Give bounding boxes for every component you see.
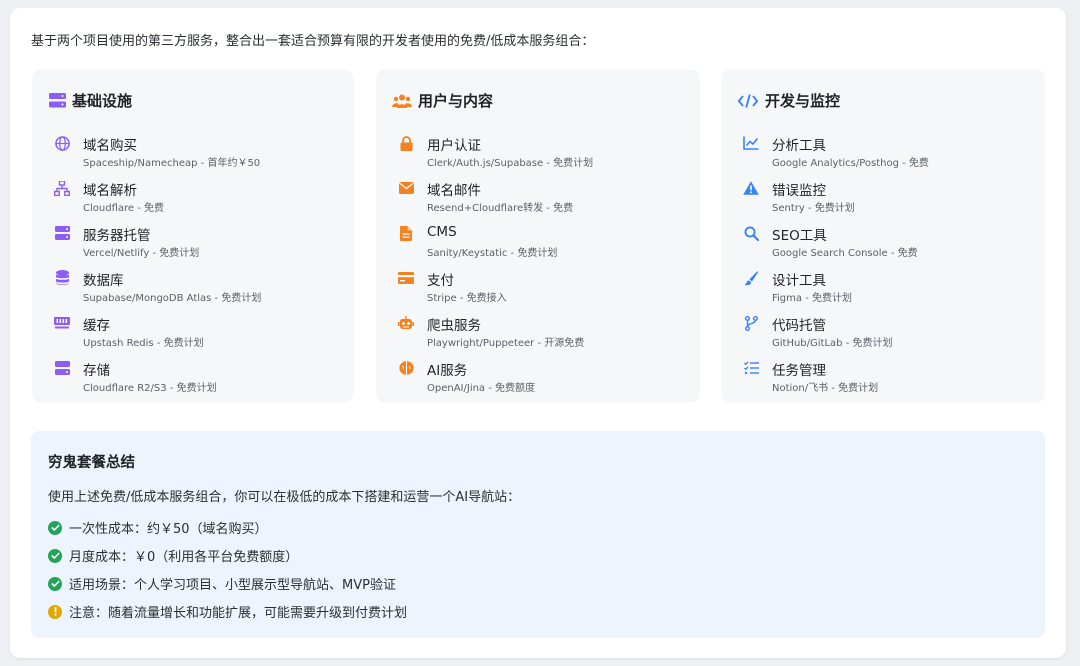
column-header: 基础设施 <box>48 90 132 111</box>
service-title: 数据库 <box>83 273 124 289</box>
service-title: 设计工具 <box>772 273 826 289</box>
summary-item-text: 注意：随着流量增长和功能扩展，可能需要升级到付费计划 <box>69 606 408 621</box>
envelope-icon <box>398 180 414 196</box>
service-desc: Cloudflare R2/S3 - 免费计划 <box>83 383 217 394</box>
service-desc: Cloudflare - 免费 <box>83 203 165 214</box>
service-desc: Supabase/MongoDB Atlas - 免费计划 <box>83 293 262 304</box>
summary-item-text: 适用场景：个人学习项目、小型展示型导航站、MVP验证 <box>69 578 396 593</box>
service-title: SEO工具 <box>772 228 827 244</box>
column-title: 基础设施 <box>72 92 133 110</box>
check-circle-icon <box>48 576 62 591</box>
users-icon <box>392 92 412 110</box>
intro-text: 基于两个项目使用的第三方服务，整合出一套适合预算有限的开发者使用的免费/低成本服… <box>31 34 595 49</box>
database-icon <box>54 270 70 286</box>
service-desc: Google Search Console - 免费 <box>772 248 918 259</box>
column-title: 开发与监控 <box>765 92 841 110</box>
service-desc: Figma - 免费计划 <box>772 293 852 304</box>
service-desc: Google Analytics/Posthog - 免费 <box>772 158 929 169</box>
service-title: 错误监控 <box>772 183 826 199</box>
summary-item-text: 月度成本：￥0（利用各平台免费额度） <box>69 550 299 565</box>
service-title: 爬虫服务 <box>427 318 481 334</box>
server-icon <box>54 225 70 241</box>
summary-item: 月度成本：￥0（利用各平台免费额度） <box>48 546 298 565</box>
paint-brush-icon <box>743 270 759 286</box>
service-desc: Notion/飞书 - 免费计划 <box>772 383 879 394</box>
check-circle-icon <box>48 548 62 563</box>
summary-panel: 穷鬼套餐总结 使用上述免费/低成本服务组合，你可以在极低的成本下搭建和运营一个A… <box>31 431 1045 638</box>
exclamation-circle-icon <box>48 604 62 619</box>
summary-item-text: 一次性成本：约￥50（域名购买） <box>69 522 268 537</box>
globe-icon <box>54 135 70 151</box>
chart-line-icon <box>743 135 759 151</box>
service-desc: Sanity/Keystatic - 免费计划 <box>427 248 558 259</box>
code-icon <box>737 92 759 110</box>
service-desc: Upstash Redis - 免费计划 <box>83 338 204 349</box>
column-infrastructure: 基础设施 域名购买 Spaceship/Namecheap - 首年约￥50 域… <box>32 70 354 402</box>
code-branch-icon <box>743 315 759 331</box>
column-users-content: 用户与内容 用户认证 Clerk/Auth.js/Supabase - 免费计划… <box>376 70 700 402</box>
service-title: 域名购买 <box>83 138 137 154</box>
credit-card-icon <box>398 270 414 286</box>
service-desc: Sentry - 免费计划 <box>772 203 855 214</box>
service-desc: OpenAI/Jina - 免费额度 <box>427 383 536 394</box>
service-title: 服务器托管 <box>83 228 151 244</box>
service-desc: Playwright/Puppeteer - 开源免费 <box>427 338 585 349</box>
summary-item: 一次性成本：约￥50（域名购买） <box>48 518 268 537</box>
check-circle-icon <box>48 520 62 535</box>
brain-icon <box>398 360 414 376</box>
search-icon <box>743 225 759 241</box>
service-title: 域名解析 <box>83 183 137 199</box>
service-title: 代码托管 <box>772 318 826 334</box>
service-title: 存储 <box>83 363 110 379</box>
column-header: 用户与内容 <box>392 90 493 111</box>
service-desc: Resend+Cloudflare转发 - 免费 <box>427 203 574 214</box>
service-desc: Stripe - 免费接入 <box>427 293 507 304</box>
server-icon <box>48 92 66 110</box>
service-desc: Vercel/Netlify - 免费计划 <box>83 248 200 259</box>
service-title: AI服务 <box>427 363 468 379</box>
service-title: 用户认证 <box>427 138 481 154</box>
service-desc: Clerk/Auth.js/Supabase - 免费计划 <box>427 158 594 169</box>
column-dev-monitoring: 开发与监控 分析工具 Google Analytics/Posthog - 免费… <box>721 70 1045 402</box>
service-title: 域名邮件 <box>427 183 481 199</box>
warning-icon <box>743 180 759 196</box>
hdd-icon <box>54 360 70 376</box>
column-title: 用户与内容 <box>418 92 494 110</box>
service-title: 分析工具 <box>772 138 826 154</box>
column-header: 开发与监控 <box>737 90 840 111</box>
summary-title: 穷鬼套餐总结 <box>48 455 135 471</box>
summary-item-warning: 注意：随着流量增长和功能扩展，可能需要升级到付费计划 <box>48 602 407 621</box>
sitemap-icon <box>54 180 70 196</box>
service-desc: Spaceship/Namecheap - 首年约￥50 <box>83 158 261 169</box>
service-title: 任务管理 <box>772 363 826 379</box>
main-card: 基于两个项目使用的第三方服务，整合出一套适合预算有限的开发者使用的免费/低成本服… <box>10 8 1066 658</box>
robot-icon <box>398 315 414 331</box>
service-title: CMS <box>427 224 457 240</box>
summary-item: 适用场景：个人学习项目、小型展示型导航站、MVP验证 <box>48 574 396 593</box>
memory-icon <box>54 315 70 331</box>
summary-description: 使用上述免费/低成本服务组合，你可以在极低的成本下搭建和运营一个AI导航站： <box>48 490 521 505</box>
service-desc: GitHub/GitLab - 免费计划 <box>772 338 893 349</box>
service-title: 支付 <box>427 273 454 289</box>
tasks-icon <box>743 360 759 376</box>
file-icon <box>398 225 414 241</box>
lock-icon <box>398 135 414 151</box>
service-title: 缓存 <box>83 318 110 334</box>
